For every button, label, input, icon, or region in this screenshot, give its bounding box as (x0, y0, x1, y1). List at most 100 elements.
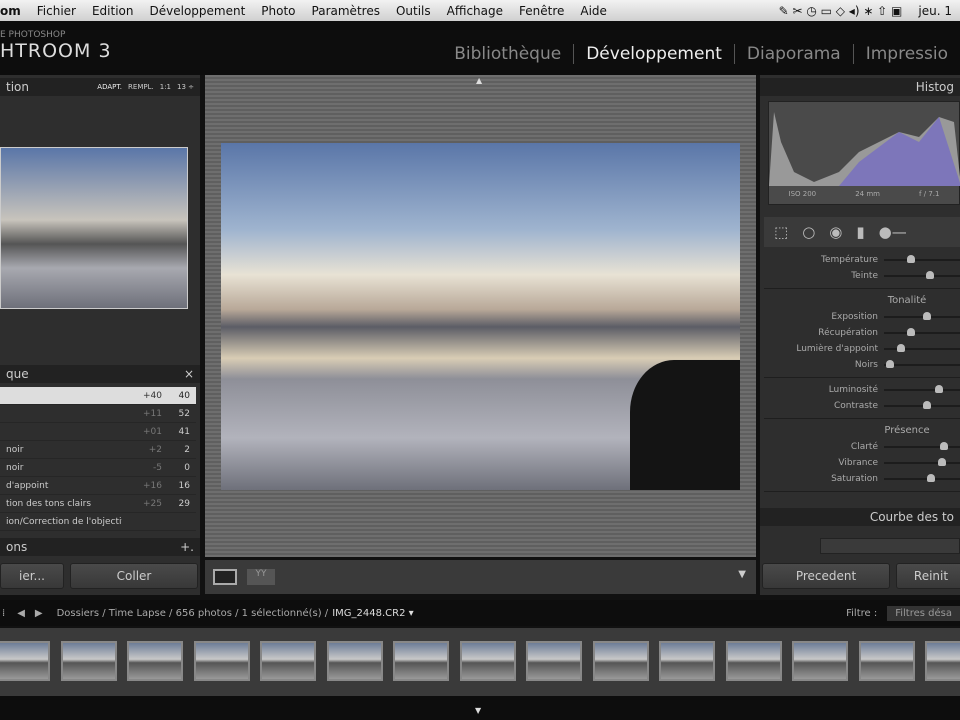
filmstrip-thumbnail[interactable] (725, 641, 782, 681)
copy-button[interactable]: ier... (0, 563, 64, 589)
filmstrip-thumbnail[interactable] (60, 641, 117, 681)
slider-thumb[interactable] (886, 360, 895, 368)
tone-curve-preview[interactable] (820, 538, 960, 554)
forward-arrow-icon[interactable]: ▶ (35, 608, 43, 619)
filmstrip-toggle-icon[interactable]: ▼ (475, 706, 481, 715)
slider-track[interactable] (884, 401, 960, 409)
navigator-header[interactable]: tion ADAPT. REMPL. 1:1 13 ÷ (0, 78, 200, 96)
slider-thumb[interactable] (925, 271, 934, 279)
before-after-icon[interactable]: YY (247, 569, 275, 585)
spot-removal-icon[interactable]: ○ (802, 223, 815, 241)
slider-track[interactable] (884, 442, 960, 450)
menu-parametres[interactable]: Paramètres (312, 4, 380, 18)
menu-fichier[interactable]: Fichier (37, 4, 76, 18)
history-step[interactable]: noir -5 0 (0, 459, 196, 477)
filmstrip-thumbnail[interactable] (260, 641, 316, 681)
back-arrow-icon[interactable]: ◀ (17, 608, 25, 619)
history-header[interactable]: que × (0, 365, 200, 383)
module-library[interactable]: Bibliothèque (442, 44, 573, 64)
menu-aide[interactable]: Aide (580, 4, 607, 18)
slider-label: Clarté (850, 442, 878, 452)
slider-thumb[interactable] (927, 474, 936, 482)
menu-outils[interactable]: Outils (396, 4, 431, 18)
slider-thumb[interactable] (934, 385, 943, 393)
slider-thumb[interactable] (907, 328, 916, 336)
history-step[interactable]: +11 52 (0, 405, 196, 423)
add-collection-button[interactable]: +. (180, 540, 194, 554)
collections-header[interactable]: ons +. (0, 538, 200, 556)
history-step-delta: +40 (143, 390, 162, 401)
slider-thumb[interactable] (937, 458, 946, 466)
close-icon[interactable]: × (184, 367, 194, 381)
history-step-value: 29 (178, 498, 190, 509)
slider-thumb[interactable] (939, 442, 948, 450)
photo[interactable] (221, 143, 740, 490)
slider-track[interactable] (884, 360, 960, 368)
slider-track[interactable] (884, 474, 960, 482)
graduated-filter-icon[interactable]: ▮ (856, 223, 864, 241)
history-step[interactable]: d'appoint +16 16 (0, 477, 196, 495)
slider-label: Récupération (818, 328, 878, 338)
filmstrip-thumbnail[interactable] (459, 641, 516, 681)
filmstrip-thumbnail[interactable] (526, 641, 582, 681)
filmstrip-thumbnail[interactable] (925, 641, 960, 681)
adjustment-brush-icon[interactable]: ●— (879, 223, 907, 241)
zoom-1-1[interactable]: 1:1 (160, 83, 171, 91)
zoom-fit[interactable]: ADAPT. (97, 83, 122, 91)
filmstrip-thumbnail[interactable] (858, 641, 915, 681)
module-develop[interactable]: Développement (573, 44, 734, 64)
history-step[interactable]: tion des tons clairs +25 29 (0, 495, 196, 513)
slider-track[interactable] (884, 328, 960, 336)
crop-icon[interactable]: ⬚ (774, 223, 788, 241)
menu-fenetre[interactable]: Fenêtre (519, 4, 564, 18)
tone-curve-header[interactable]: Courbe des to (760, 508, 960, 526)
toolbar-menu-icon[interactable]: ▼ (738, 569, 746, 580)
histogram-header[interactable]: Histog (760, 78, 960, 96)
slider-thumb[interactable] (922, 401, 931, 409)
slider-track[interactable] (884, 271, 960, 279)
navigator-preview[interactable] (0, 147, 188, 309)
filmstrip-thumbnail[interactable] (127, 641, 183, 681)
slider-track[interactable] (884, 255, 960, 263)
filmstrip-filename[interactable]: IMG_2448.CR2 ▾ (332, 608, 413, 619)
filmstrip-thumbnail[interactable] (592, 641, 649, 681)
history-step[interactable]: noir +2 2 (0, 441, 196, 459)
filmstrip-thumbnail[interactable] (0, 641, 50, 681)
menu-edition[interactable]: Edition (92, 4, 134, 18)
filter-dropdown[interactable]: Filtres désa (887, 605, 960, 621)
menu-photo[interactable]: Photo (261, 4, 295, 18)
menu-developpement[interactable]: Développement (150, 4, 246, 18)
reset-button[interactable]: Reinit (896, 563, 960, 589)
filmstrip-path[interactable]: Dossiers / Time Lapse / 656 photos / 1 s… (57, 608, 329, 619)
loupe-view-icon[interactable] (213, 569, 237, 585)
history-step[interactable]: ion/Correction de l'objectif [15/03/12 .… (0, 513, 196, 531)
module-slideshow[interactable]: Diaporama (733, 44, 853, 64)
grid-icon[interactable]: ⁞ (2, 608, 5, 619)
paste-button[interactable]: Coller (70, 563, 198, 589)
history-step[interactable]: +01 41 (0, 423, 196, 441)
slider-track[interactable] (884, 458, 960, 466)
filmstrip-thumbnail[interactable] (659, 641, 715, 681)
filmstrip-thumbnail[interactable] (792, 641, 848, 681)
red-eye-icon[interactable]: ◉ (829, 223, 842, 241)
menu-affichage[interactable]: Affichage (447, 4, 503, 18)
zoom-fill[interactable]: REMPL. (128, 83, 154, 91)
histogram[interactable]: ISO 200 24 mm f / 7.1 (768, 101, 960, 205)
history-step[interactable]: +40 40 (0, 387, 196, 405)
slider-track[interactable] (884, 385, 960, 393)
slider-track[interactable] (884, 312, 960, 320)
top-panel-toggle-icon[interactable]: ▲ (476, 76, 482, 85)
module-print[interactable]: Impressio (852, 44, 960, 64)
filmstrip-thumbnail[interactable] (193, 641, 250, 681)
slider-track[interactable] (884, 344, 960, 352)
slider-thumb[interactable] (897, 344, 906, 352)
history-step-name: noir (6, 444, 24, 455)
filmstrip-thumbnail[interactable] (393, 641, 449, 681)
slider-thumb[interactable] (922, 312, 931, 320)
slider-label: Température (820, 255, 878, 265)
filmstrip-thumbnail[interactable] (326, 641, 383, 681)
previous-button[interactable]: Precedent (762, 563, 890, 589)
zoom-custom[interactable]: 13 ÷ (177, 83, 194, 91)
menu-app[interactable]: om (0, 4, 21, 18)
slider-thumb[interactable] (907, 255, 916, 263)
